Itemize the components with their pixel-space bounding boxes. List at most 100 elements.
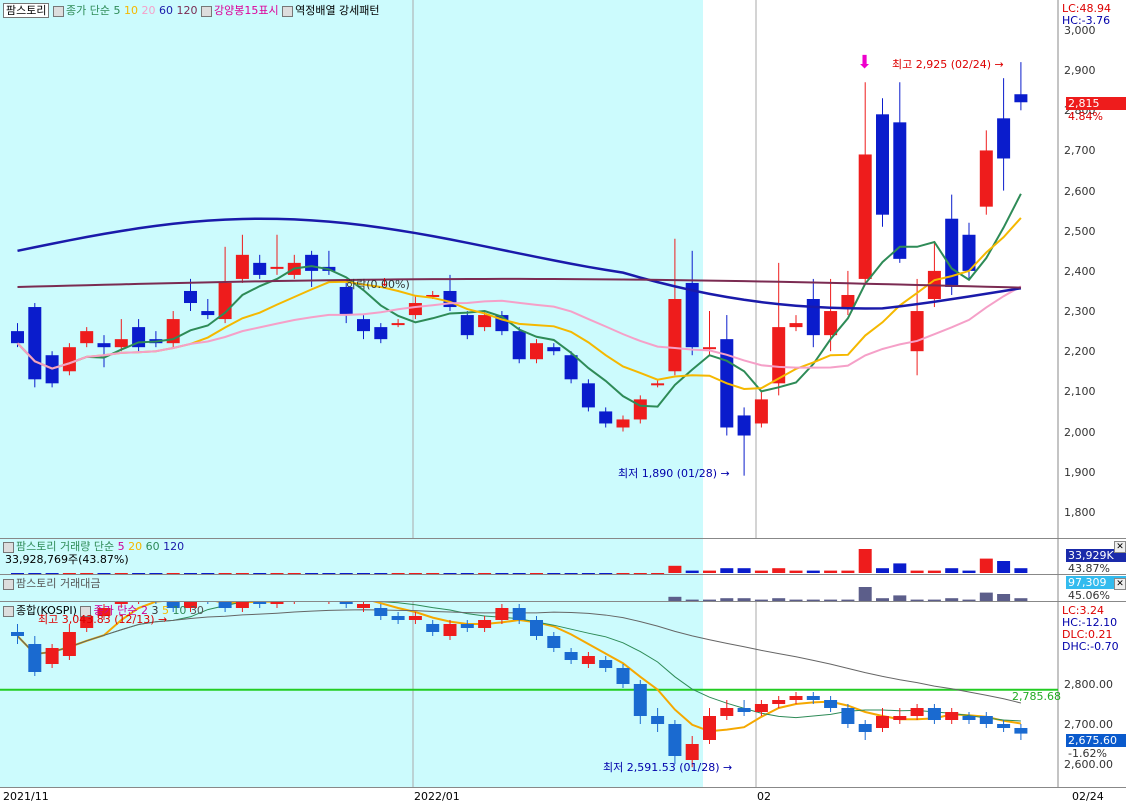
- volume-bar: [962, 570, 976, 573]
- kospi-candle-body: [512, 608, 526, 620]
- price-tick-label: 1,800: [1064, 505, 1096, 519]
- volume-bar: [876, 568, 889, 573]
- candle-body: [512, 331, 526, 360]
- volume-bar: [789, 570, 803, 573]
- candle-body: [841, 294, 855, 308]
- x-label-jan: 2022/01: [414, 790, 460, 803]
- amount-bar: [979, 592, 993, 601]
- volume-bar: [806, 570, 820, 573]
- kospi-candle-body: [357, 604, 370, 608]
- price-badge: 2,815: [1066, 97, 1126, 110]
- candle-body: [737, 415, 751, 436]
- kospi-checkbox[interactable]: [3, 605, 14, 617]
- arrow-right-icon: →: [723, 761, 733, 774]
- kospi-tick-label: 2,700.00: [1064, 718, 1113, 731]
- price-chart[interactable]: [0, 0, 1126, 540]
- volume-bar: [997, 561, 1011, 573]
- candle-body: [201, 311, 215, 316]
- pattern-checkbox[interactable]: [282, 5, 294, 17]
- ma-label: 종가 단순: [65, 4, 110, 17]
- ma-5: 5: [113, 4, 121, 17]
- candle-body: [80, 331, 94, 344]
- kospi-candle-body: [945, 712, 959, 720]
- volume-bar: [824, 570, 838, 573]
- candle-body: [858, 154, 872, 279]
- stock-title[interactable]: 팜스토리: [3, 3, 50, 18]
- price-pct: 4.84%: [1068, 110, 1103, 123]
- candle-body: [339, 286, 353, 316]
- ma-checkbox[interactable]: [52, 5, 64, 17]
- high-note-text: 최고 2,925 (02/24): [892, 58, 992, 71]
- kospi-low-annotation: 최저 2,591.53 (01/28) →: [603, 761, 732, 774]
- kospi-high-text: 최고 3,043.83 (12/13): [38, 613, 155, 626]
- candle-body: [530, 343, 543, 360]
- kospi-candle-body: [616, 668, 630, 684]
- volume-bar: [927, 570, 941, 573]
- candle-body: [408, 303, 422, 316]
- vol-ma-label: 단순: [93, 540, 115, 553]
- volume-checkbox[interactable]: [3, 541, 14, 553]
- arrow-down-icon: ↓: [380, 276, 390, 289]
- vol-ma-5: 5: [117, 540, 125, 553]
- price-tick-label: 2,200: [1064, 345, 1096, 359]
- kospi-chart[interactable]: [0, 602, 1126, 788]
- candle-body: [599, 411, 613, 424]
- price-tick-label: 1,900: [1064, 465, 1096, 479]
- kospi-candle-body: [253, 602, 267, 604]
- kospi-candle-body: [235, 602, 249, 608]
- candle-body: [97, 343, 111, 348]
- low-note-text: 최저 1,890 (01/28): [618, 467, 718, 480]
- arrow-right-icon: →: [720, 467, 730, 480]
- candle-body: [616, 419, 630, 428]
- candle-body: [876, 114, 889, 215]
- kospi-candle-body: [547, 636, 561, 648]
- high-annotation: 최고 2,925 (02/24) →: [892, 58, 1004, 71]
- candle-body: [668, 299, 682, 372]
- kospi-candle-body: [979, 716, 993, 724]
- amount-chart[interactable]: [0, 575, 1126, 602]
- kospi-ma-30: 30: [189, 604, 204, 617]
- kospi-candle-body: [11, 632, 24, 636]
- candle-body: [478, 315, 492, 328]
- pattern-label: 역정배열 강세패턴: [295, 4, 380, 17]
- kospi-ma-10: 10: [172, 604, 187, 617]
- strong-checkbox[interactable]: [200, 5, 212, 17]
- volume-bar: [772, 568, 786, 573]
- candle-body: [581, 383, 595, 408]
- kospi-candle-body: [789, 696, 803, 700]
- x-label-start: 2021/11: [3, 790, 49, 803]
- close-icon[interactable]: ✕: [1114, 578, 1126, 590]
- candle-body: [114, 339, 128, 348]
- divider: [0, 787, 1126, 788]
- kospi-candle-body: [633, 684, 647, 716]
- kospi-candle-body: [581, 656, 595, 664]
- candle-body: [1014, 94, 1028, 103]
- volume-bar: [703, 570, 716, 573]
- vol-ma-120: 120: [163, 540, 185, 553]
- kospi-candle-body: [599, 660, 613, 668]
- ma-10: 10: [123, 4, 138, 17]
- x-label-end: 02/24: [1072, 790, 1104, 803]
- strong-candle-label: 강양봉15표시: [213, 4, 279, 17]
- kospi-candle-body: [270, 602, 284, 604]
- kospi-candle-body: [703, 716, 716, 740]
- highlight-region: [0, 602, 703, 788]
- price-tick-label: 2,100: [1064, 385, 1096, 399]
- kospi-candle-body: [720, 708, 734, 716]
- amount-checkbox[interactable]: [3, 578, 14, 590]
- ma-120: 120: [176, 4, 198, 17]
- volume-value: 33,928,769주(43.87%): [5, 553, 129, 566]
- kospi-candle-body: [408, 616, 422, 620]
- candle-body: [893, 122, 907, 259]
- amount-bar: [997, 594, 1011, 601]
- mid-annotation: 하락(0.00%): [346, 278, 410, 291]
- kospi-low-text: 최저 2,591.53 (01/28): [603, 761, 720, 774]
- kospi-candle-body: [685, 744, 699, 760]
- kospi-candle-body: [62, 632, 76, 656]
- candle-body: [253, 262, 267, 275]
- volume-bar: [685, 570, 699, 573]
- price-tick-label: 2,000: [1064, 425, 1096, 439]
- volume-bar: [841, 570, 855, 573]
- close-icon[interactable]: ✕: [1114, 541, 1126, 553]
- amount-title: 팜스토리 거래대금: [16, 577, 101, 590]
